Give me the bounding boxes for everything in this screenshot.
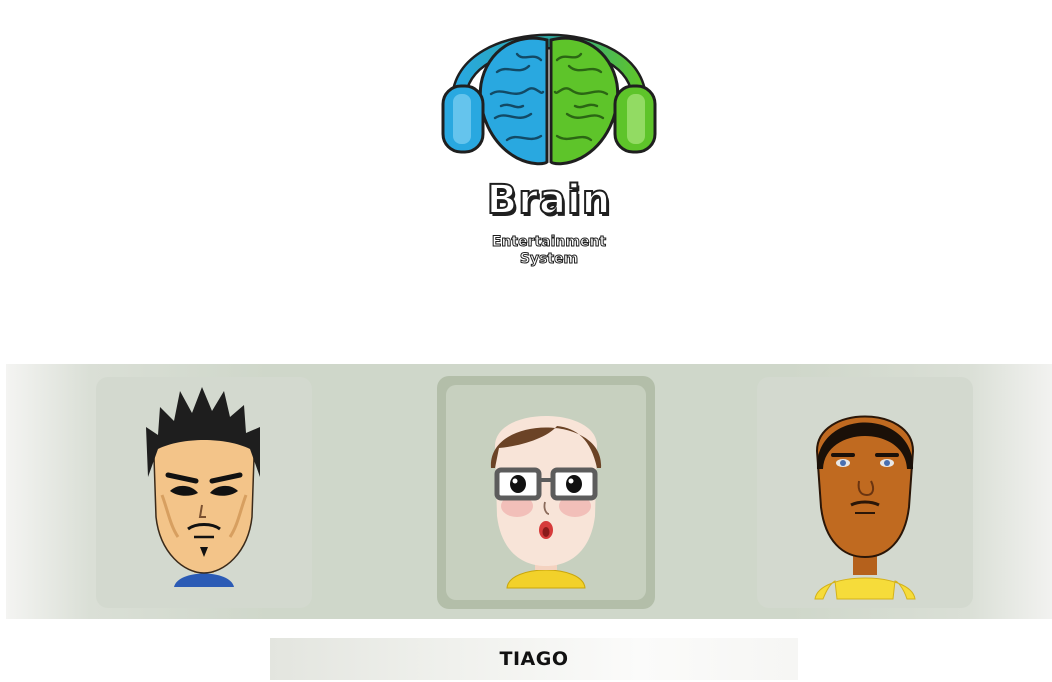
logo-title: Brain [486, 177, 612, 223]
avatar-card-right[interactable] [757, 377, 973, 608]
logo-subtitle-line2: System [519, 251, 579, 268]
avatar-card-selected[interactable] [437, 376, 655, 609]
logo-subtitle-line1: Entertainment [491, 234, 607, 251]
glasses-mii-avatar-icon [490, 416, 602, 589]
bald-mii-avatar-icon [814, 415, 916, 600]
headphones-brain-icon [441, 33, 657, 166]
selected-avatar-name: TIAGO [499, 648, 569, 670]
avatar-carousel [6, 364, 1052, 619]
brain-logo: Brain Entertainment System [437, 2, 661, 274]
selected-name-bar: TIAGO [270, 638, 798, 680]
spiky-hair-mii-avatar-icon [146, 387, 260, 587]
avatar-card-left[interactable] [96, 377, 312, 608]
